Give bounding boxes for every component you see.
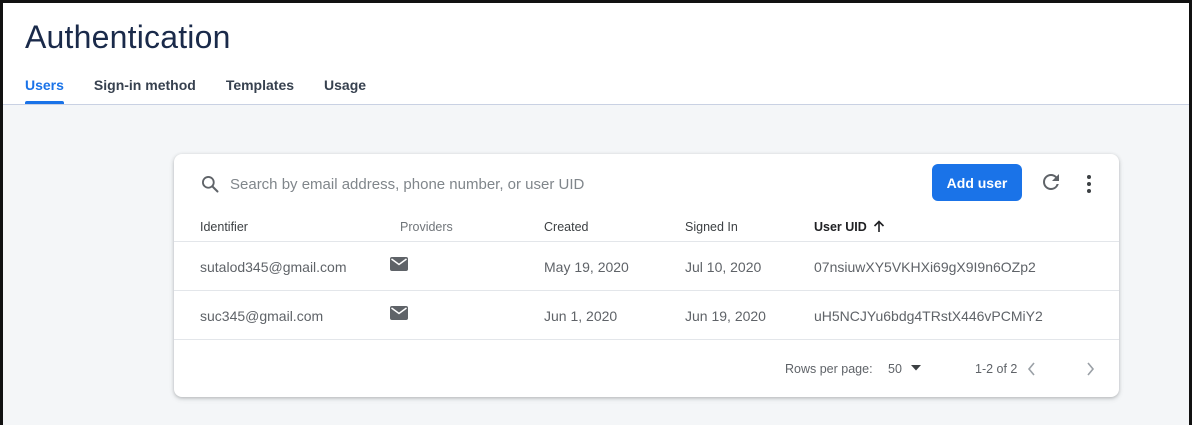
cell-user-uid: 07nsiuwXY5VKHXi69gX9I9n6OZp2 [814, 259, 1036, 275]
cell-identifier: sutalod345@gmail.com [200, 259, 347, 275]
search-input[interactable] [230, 172, 730, 196]
pagination-range: 1-2 of 2 [975, 362, 1018, 376]
column-header-user-uid-label: User UID [814, 220, 867, 234]
column-header-signed-in: Signed In [685, 220, 738, 234]
dropdown-caret-icon[interactable] [911, 365, 921, 371]
more-vert-icon[interactable] [1079, 172, 1099, 196]
cell-user-uid: uH5NCJYu6bdg4TRstX446vPCMiY2 [814, 308, 1043, 324]
page-title: Authentication [25, 19, 231, 55]
main-content: Add user Identifier Providers Created Si… [3, 105, 1189, 425]
table-row[interactable]: sutalod345@gmail.com May 19, 2020 Jul 10… [174, 243, 1119, 291]
tab-templates[interactable]: Templates [226, 77, 294, 101]
rows-per-page-select[interactable]: 50 [888, 362, 902, 376]
chevron-left-icon[interactable] [1027, 361, 1037, 377]
table-row[interactable]: suc345@gmail.com Jun 1, 2020 Jun 19, 202… [174, 292, 1119, 340]
tab-users[interactable]: Users [25, 77, 64, 104]
cell-signed-in: Jun 19, 2020 [685, 308, 766, 324]
tab-bar: Users Sign-in method Templates Usage [25, 77, 396, 104]
sort-ascending-icon [873, 220, 884, 232]
tab-sign-in-method[interactable]: Sign-in method [94, 77, 196, 101]
column-header-providers: Providers [400, 220, 453, 234]
users-table-card: Add user Identifier Providers Created Si… [174, 154, 1119, 397]
rows-per-page-label: Rows per page: [785, 362, 873, 376]
table-header: Identifier Providers Created Signed In U… [174, 212, 1119, 242]
cell-created: May 19, 2020 [544, 259, 629, 275]
search-icon[interactable] [200, 174, 220, 194]
cell-created: Jun 1, 2020 [544, 308, 618, 324]
mail-icon [390, 257, 408, 271]
tab-usage[interactable]: Usage [324, 77, 366, 101]
page-header: Authentication Users Sign-in method Temp… [3, 3, 1189, 105]
refresh-icon[interactable] [1039, 170, 1063, 194]
column-header-identifier: Identifier [200, 220, 248, 234]
cell-signed-in: Jul 10, 2020 [685, 259, 762, 275]
cell-identifier: suc345@gmail.com [200, 308, 324, 324]
add-user-button[interactable]: Add user [932, 164, 1022, 201]
column-header-user-uid[interactable]: User UID [814, 220, 885, 234]
pagination-bar: Rows per page: 50 1-2 of 2 [174, 339, 1119, 397]
chevron-right-icon[interactable] [1085, 361, 1095, 377]
mail-icon [390, 306, 408, 320]
column-header-created: Created [544, 220, 589, 234]
